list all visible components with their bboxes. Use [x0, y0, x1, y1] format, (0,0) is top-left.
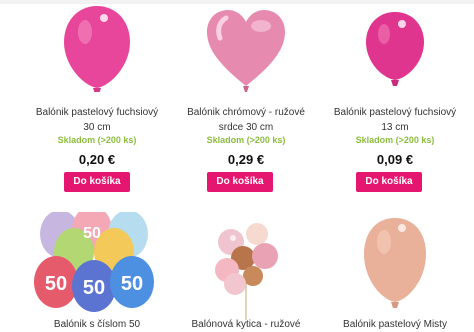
product-card: Balónová kytica - ružové [171, 0, 321, 330]
product-name[interactable]: Balónik s číslom 50 [22, 317, 172, 332]
product-image-number-50-balloons[interactable]: 50 50 50 50 [22, 212, 172, 322]
product-name[interactable]: Balónová kytica - ružové [171, 317, 321, 332]
balloon-number-label: 50 [83, 277, 105, 299]
product-image-balloon-bouquet[interactable] [171, 212, 321, 322]
balloon-number-label: 50 [45, 273, 67, 295]
product-grid: Balónik pastelový fuchsiový 30 cm Skladom… [0, 0, 474, 330]
product-name[interactable]: Balónik pastelový Misty [320, 317, 470, 332]
product-card: Balónik pastelový Misty [320, 0, 470, 330]
product-card: 50 50 50 50 Balónik s číslom 50 [22, 0, 172, 330]
balloon-number-label: 50 [83, 225, 101, 242]
balloon-number-label: 50 [121, 273, 143, 295]
product-image-misty-balloon[interactable] [320, 212, 470, 322]
